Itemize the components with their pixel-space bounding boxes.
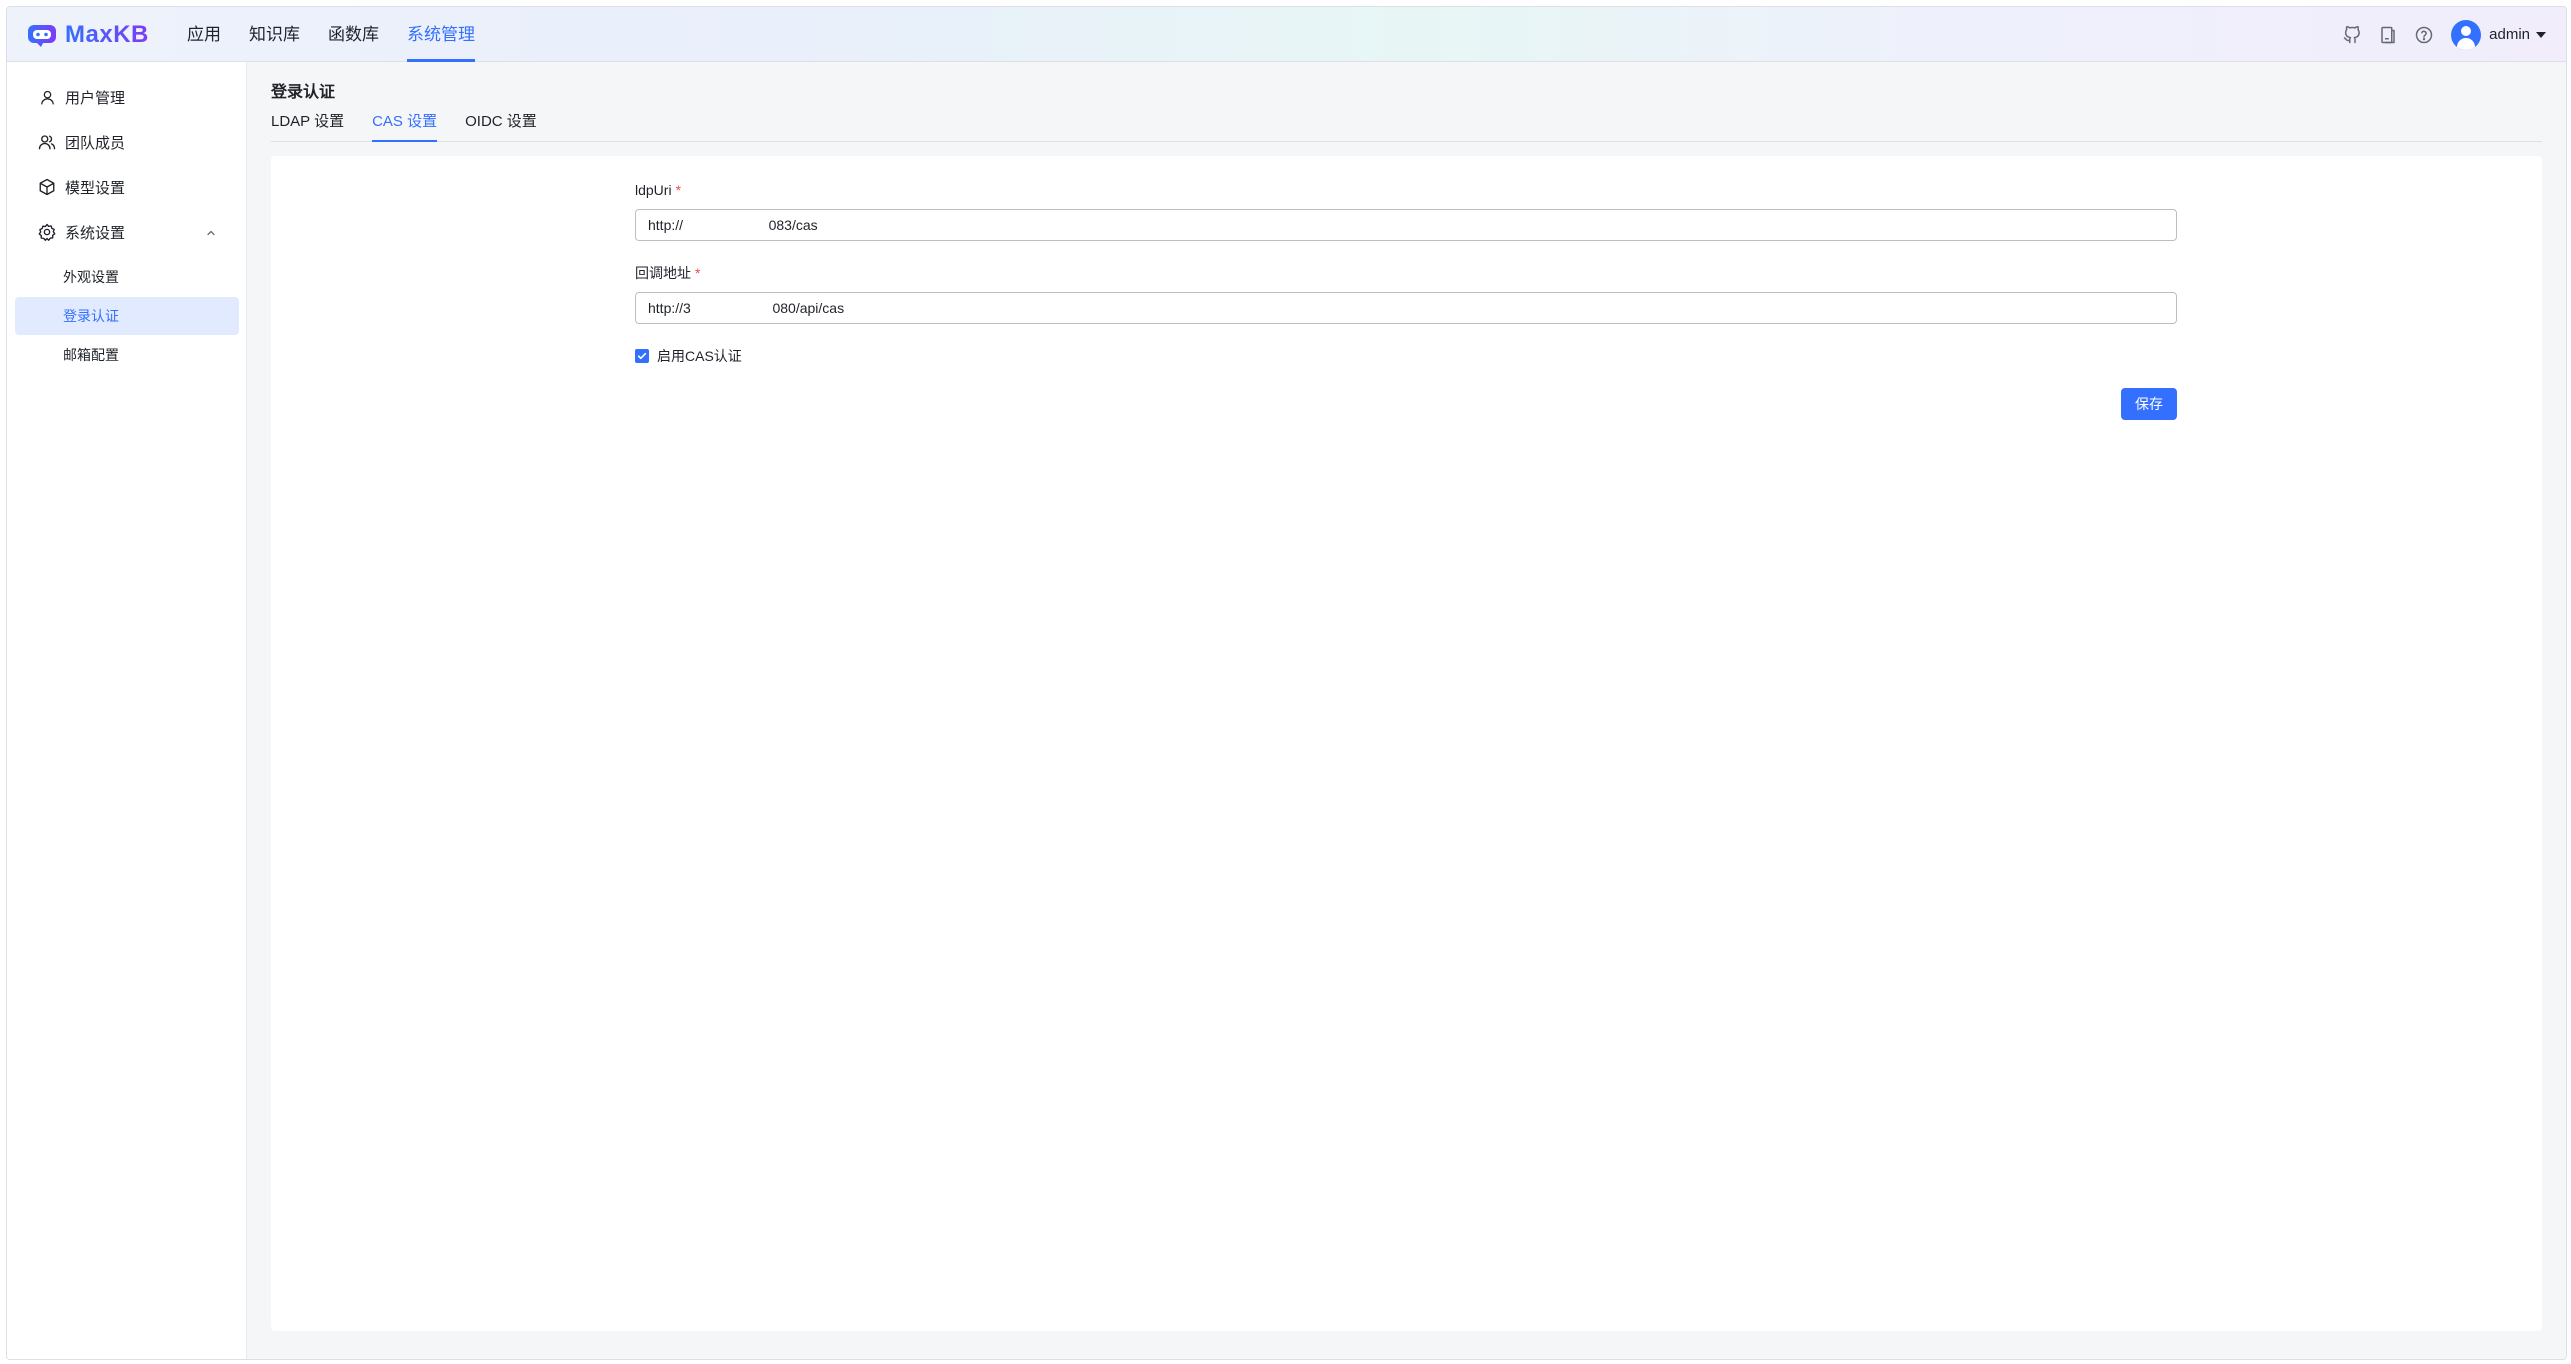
- required-mark: *: [675, 182, 682, 198]
- cas-form: ldpUri* 回调地址* 启用CAS认证: [635, 180, 2177, 420]
- page-title: 登录认证: [271, 84, 336, 101]
- maxkb-logo-icon: [27, 22, 57, 48]
- required-mark: *: [695, 265, 701, 281]
- sidebar-item-models[interactable]: 模型设置: [15, 168, 239, 206]
- callback-input[interactable]: [635, 292, 2177, 324]
- cube-icon: [37, 177, 57, 197]
- avatar[interactable]: [2451, 19, 2482, 50]
- ldp-uri-label: ldpUri *: [635, 180, 2177, 200]
- sidebar-subitem-login-auth[interactable]: 登录认证: [15, 297, 239, 335]
- tab-ldap[interactable]: LDAP 设置: [271, 108, 344, 141]
- team-icon: [37, 132, 57, 152]
- chevron-up-icon[interactable]: [205, 226, 217, 243]
- sidebar-item-label: 模型设置: [65, 179, 126, 197]
- top-right-tools: admin: [2327, 7, 2546, 62]
- user-name[interactable]: admin: [2489, 26, 2530, 43]
- sidebar-item-label: 系统设置: [65, 224, 126, 242]
- github-icon[interactable]: [2341, 24, 2363, 46]
- enable-cas-label[interactable]: 启用CAS认证: [657, 346, 742, 366]
- ldp-uri-label-text: ldpUri: [635, 182, 672, 198]
- sidebar-item-team[interactable]: 团队成员: [15, 123, 239, 161]
- nav-item-knowledge[interactable]: 知识库: [249, 7, 300, 62]
- top-nav: 应用 知识库 函数库 系统管理: [187, 7, 503, 62]
- nav-item-functions[interactable]: 函数库: [328, 7, 379, 62]
- enable-cas-checkbox[interactable]: [635, 349, 649, 363]
- callback-field: 回调地址 *: [635, 263, 2177, 324]
- nav-item-system[interactable]: 系统管理: [407, 7, 475, 62]
- ldp-uri-input[interactable]: [635, 209, 2177, 241]
- sidebar: 用户管理 团队成员 模型设置 系统设置 外观设置 登录认证 邮箱配置: [7, 62, 247, 1359]
- help-icon[interactable]: [2413, 24, 2435, 46]
- nav-item-apps[interactable]: 应用: [187, 7, 221, 62]
- gear-icon: [37, 222, 57, 242]
- caret-down-icon[interactable]: [2536, 31, 2546, 38]
- logo[interactable]: MaxKB: [27, 20, 149, 50]
- sidebar-item-label: 团队成员: [65, 134, 126, 152]
- main-content: 登录认证 LDAP 设置 CAS 设置 OIDC 设置 ldpUri* 回调地址…: [247, 62, 2566, 1359]
- callback-label-text: 回调地址: [635, 265, 691, 281]
- tab-cas[interactable]: CAS 设置: [372, 108, 438, 142]
- user-icon: [37, 87, 57, 107]
- tab-oidc[interactable]: OIDC 设置: [465, 108, 537, 141]
- brand-name: MaxKB: [65, 21, 149, 48]
- sidebar-item-users[interactable]: 用户管理: [15, 78, 239, 116]
- enable-cas-row: 启用CAS认证: [635, 346, 2177, 366]
- sidebar-subitem-appearance[interactable]: 外观设置: [15, 258, 239, 296]
- sidebar-item-label: 用户管理: [65, 89, 126, 107]
- callback-label: 回调地址 *: [635, 263, 2177, 283]
- top-bar: MaxKB 应用 知识库 函数库 系统管理 admin: [7, 7, 2566, 62]
- document-icon[interactable]: [2377, 24, 2399, 46]
- sidebar-subitem-email[interactable]: 邮箱配置: [15, 336, 239, 374]
- save-button[interactable]: 保存: [2121, 388, 2177, 420]
- sidebar-item-system-settings[interactable]: 系统设置: [15, 213, 239, 251]
- save-row: 保存: [635, 388, 2177, 420]
- ldp-uri-field: ldpUri *: [635, 180, 2177, 241]
- settings-card: ldpUri* 回调地址* 启用CAS认证: [271, 156, 2542, 1331]
- tabs: LDAP 设置 CAS 设置 OIDC 设置: [271, 108, 2542, 142]
- app-window: MaxKB 应用 知识库 函数库 系统管理 admin 用户管理 团队成员 模型…: [6, 6, 2567, 1360]
